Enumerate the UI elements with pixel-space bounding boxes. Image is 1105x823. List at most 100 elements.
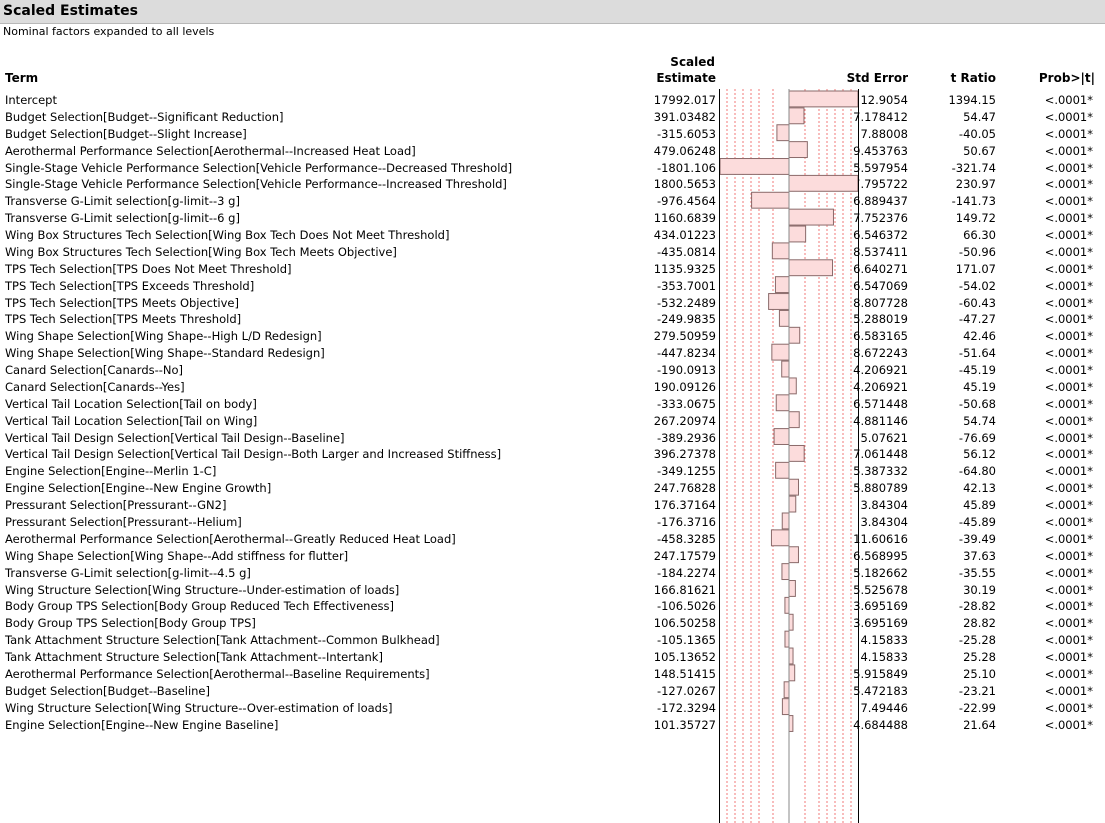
term-cell: Tank Attachment Structure Selection[Tank…: [5, 633, 440, 648]
std-error-cell: 7.49446: [860, 700, 908, 715]
table-row: Wing Box Structures Tech Selection[Wing …: [0, 244, 1105, 261]
prob-cell: <.0001*: [1044, 616, 1093, 631]
t-ratio-cell: -45.19: [958, 363, 996, 378]
estimate-cell: 190.09126: [653, 379, 716, 394]
std-error-cell: 12.9054: [860, 93, 908, 107]
estimate-cell: 1135.9325: [653, 261, 716, 276]
estimate-cell: -249.9835: [656, 312, 716, 327]
table-row: Engine Selection[Engine--New Engine Base…: [0, 717, 1105, 734]
std-error-cell: 5.182662: [853, 565, 908, 580]
estimate-cell: -458.3285: [656, 531, 716, 546]
prob-column-header[interactable]: Prob>|t|: [1039, 71, 1095, 85]
term-cell: Pressurant Selection[Pressurant--GN2]: [5, 498, 227, 513]
table-row: Transverse G-Limit selection[g-limit--4.…: [0, 565, 1105, 582]
table-row: Body Group TPS Selection[Body Group TPS]…: [0, 615, 1105, 632]
prob-cell: <.0001*: [1044, 329, 1093, 344]
std-error-cell: 11.60616: [853, 531, 908, 546]
estimate-bar: [788, 495, 797, 513]
t-ratio-cell: 1394.15: [948, 93, 996, 107]
table-row: Body Group TPS Selection[Body Group Redu…: [0, 598, 1105, 615]
std-error-cell: 8.537411: [853, 244, 908, 259]
scaled-estimate-column-header-top[interactable]: Scaled: [670, 55, 715, 69]
term-cell: Wing Shape Selection[Wing Shape--High L/…: [5, 329, 322, 344]
table-row: Wing Box Structures Tech Selection[Wing …: [0, 227, 1105, 244]
prob-cell: <.0001*: [1044, 379, 1093, 394]
prob-cell: <.0001*: [1044, 447, 1093, 462]
t-ratio-column-header[interactable]: t Ratio: [951, 71, 996, 85]
std-error-cell: 7.178412: [853, 109, 908, 124]
prob-cell: <.0001*: [1044, 531, 1093, 546]
table-row: Wing Shape Selection[Wing Shape--Add sti…: [0, 548, 1105, 565]
estimate-cell: -349.1255: [656, 464, 716, 479]
prob-cell: <.0001*: [1044, 413, 1093, 428]
estimate-bar: [768, 293, 790, 310]
report-title[interactable]: Scaled Estimates: [3, 3, 138, 19]
title-bar[interactable]: Scaled Estimates: [0, 0, 1105, 24]
term-cell: Budget Selection[Budget--Baseline]: [5, 683, 210, 698]
term-cell: Wing Structure Selection[Wing Structure-…: [5, 700, 393, 715]
std-error-cell: 7.88008: [860, 126, 908, 141]
t-ratio-cell: -39.49: [958, 531, 996, 546]
estimate-cell: 267.20974: [653, 413, 716, 428]
estimate-cell: 176.37164: [653, 498, 716, 513]
estimate-bar: [788, 647, 794, 665]
estimate-cell: 105.13652: [653, 650, 716, 665]
estimate-bar: [788, 580, 796, 597]
prob-cell: <.0001*: [1044, 396, 1093, 411]
estimate-bar: [774, 276, 790, 294]
estimate-bar: [788, 90, 859, 108]
estimate-cell: 279.50959: [653, 329, 716, 344]
t-ratio-cell: 45.89: [963, 498, 996, 513]
estimate-cell: -127.0267: [656, 683, 716, 698]
term-cell: TPS Tech Selection[TPS Meets Objective]: [5, 295, 239, 310]
table-row: TPS Tech Selection[TPS Does Not Meet Thr…: [0, 261, 1105, 278]
table-row: Wing Structure Selection[Wing Structure-…: [0, 582, 1105, 599]
estimate-bar: [788, 259, 834, 277]
term-cell: Aerothermal Performance Selection[Aeroth…: [5, 666, 430, 681]
prob-cell: <.0001*: [1044, 565, 1093, 580]
std-error-column-header[interactable]: Std Error: [847, 71, 908, 85]
t-ratio-cell: 21.64: [963, 717, 996, 732]
std-error-cell: 4.881146: [853, 413, 908, 428]
estimate-bar: [788, 141, 808, 159]
prob-cell: <.0001*: [1044, 650, 1093, 665]
prob-cell: <.0001*: [1044, 160, 1093, 175]
prob-cell: <.0001*: [1044, 126, 1093, 141]
scaled-estimate-column-header[interactable]: Estimate: [656, 71, 716, 85]
table-row: Wing Shape Selection[Wing Shape--Standar…: [0, 345, 1105, 362]
std-error-cell: 5.597954: [853, 160, 908, 175]
estimate-bar: [781, 512, 790, 530]
term-cell: Body Group TPS Selection[Body Group TPS]: [5, 616, 256, 631]
estimate-cell: 396.27378: [653, 447, 716, 462]
std-error-cell: 6.583165: [853, 329, 908, 344]
estimate-bar: [784, 596, 790, 614]
estimate-cell: 1800.5653: [653, 177, 716, 192]
term-cell: Wing Shape Selection[Wing Shape--Add sti…: [5, 548, 349, 563]
term-cell: TPS Tech Selection[TPS Exceeds Threshold…: [5, 278, 255, 293]
term-column-header[interactable]: Term: [5, 71, 38, 85]
estimate-cell: 247.17579: [653, 548, 716, 563]
t-ratio-cell: -51.64: [958, 346, 996, 361]
prob-cell: <.0001*: [1044, 228, 1093, 243]
t-ratio-cell: -25.28: [958, 633, 996, 648]
table-row: Vertical Tail Design Selection[Vertical …: [0, 446, 1105, 463]
table-row: Budget Selection[Budget--Baseline] -127.0…: [0, 683, 1105, 700]
std-error-cell: 5.288019: [853, 312, 908, 327]
estimate-bar: [783, 681, 790, 699]
std-error-cell: 6.889437: [853, 194, 908, 209]
prob-cell: <.0001*: [1044, 194, 1093, 209]
estimate-bar: [788, 613, 794, 631]
prob-cell: <.0001*: [1044, 633, 1093, 648]
t-ratio-cell: 42.13: [963, 481, 996, 496]
t-ratio-cell: 42.46: [963, 329, 996, 344]
prob-cell: <.0001*: [1044, 498, 1093, 513]
t-ratio-cell: -64.80: [958, 464, 996, 479]
table-row: Canard Selection[Canards--No] -190.0913 4.…: [0, 362, 1105, 379]
term-cell: Vertical Tail Location Selection[Tail on…: [5, 413, 258, 428]
term-cell: Tank Attachment Structure Selection[Tank…: [5, 650, 383, 665]
std-error-cell: 6.571448: [853, 396, 908, 411]
term-cell: Engine Selection[Engine--New Engine Grow…: [5, 481, 272, 496]
table-row: Tank Attachment Structure Selection[Tank…: [0, 649, 1105, 666]
table-row: Vertical Tail Location Selection[Tail on…: [0, 413, 1105, 430]
prob-cell: <.0001*: [1044, 93, 1093, 107]
